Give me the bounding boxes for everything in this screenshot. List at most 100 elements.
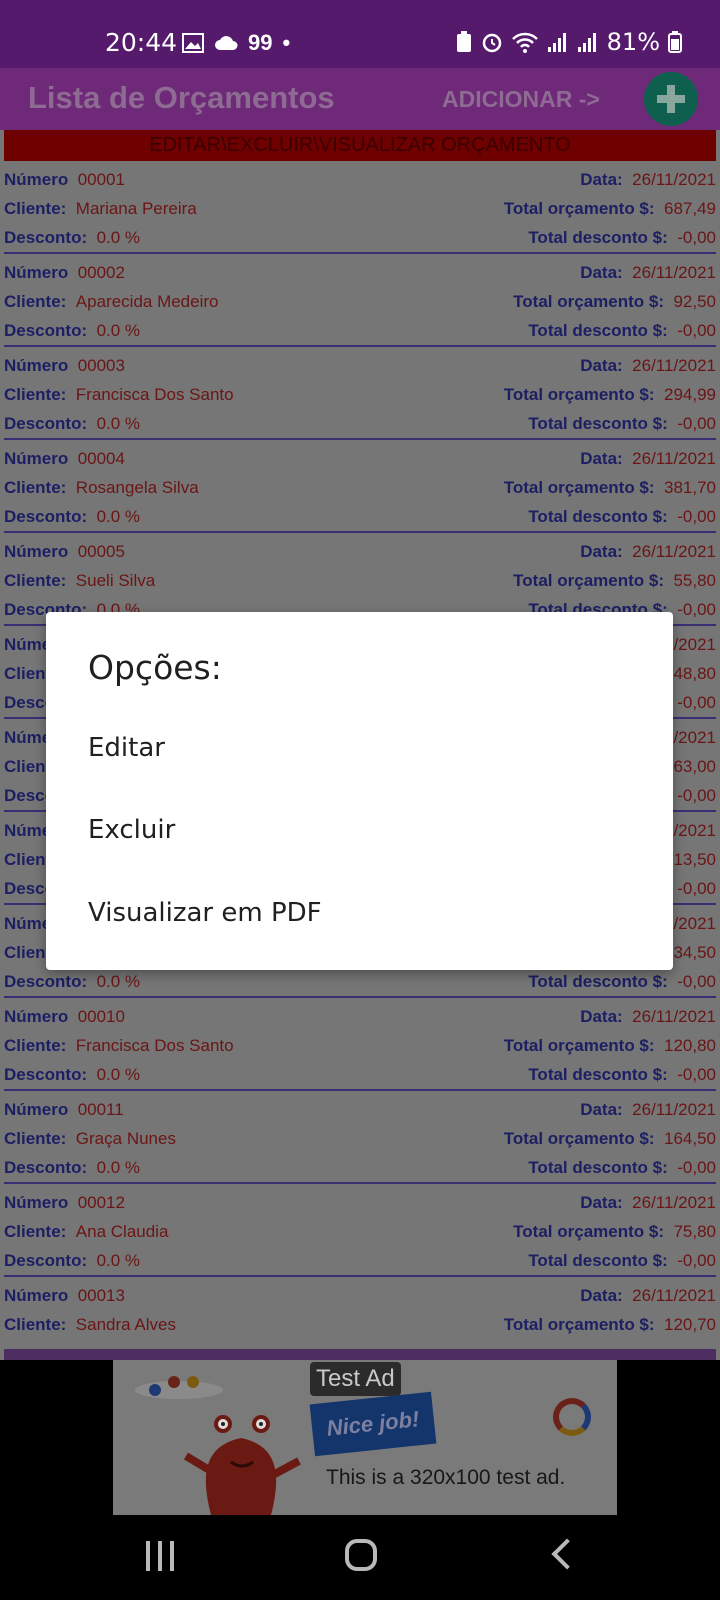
page-title: Lista de Orçamentos [28, 80, 335, 115]
discount-value: 0.0 % [96, 1065, 141, 1084]
discount-label: Desconto: [4, 228, 88, 247]
ad-text: This is a 320x100 test ad. [326, 1466, 566, 1489]
number-value: 00012 [77, 1193, 125, 1212]
list-item[interactable]: Número 00010 Data: 26/11/2021 Cliente: Fra… [4, 998, 716, 1091]
discount-value: 0.0 % [96, 1158, 141, 1177]
client-label: Cliente: [4, 478, 67, 497]
number-value: 00005 [77, 542, 125, 561]
total-discount-label: Total desconto $: [528, 1065, 668, 1084]
total-value: 294,99 [664, 385, 716, 404]
ad-container: Test Ad Nice job! This is a 320x100 test… [0, 1360, 720, 1515]
option-view-pdf[interactable]: Visualizar em PDF [46, 872, 673, 954]
total-value: 687,49 [664, 199, 716, 218]
list-header: EDITAR\EXCLUIR\VISUALIZAR ORÇAMENTO [4, 130, 716, 161]
total-discount-value: -0,00 [677, 414, 716, 433]
total-label: Total orçamento $: [503, 385, 655, 404]
client-label: Cliente: [4, 385, 67, 404]
client-value: Francisca Dos Santo [75, 385, 234, 404]
date-value: 26/11/2021 [632, 542, 716, 561]
client-label: Cliente: [4, 571, 67, 590]
date-label: Data: [580, 170, 623, 189]
total-value: 92,50 [673, 292, 716, 311]
status-right-icons: 81% [455, 28, 682, 56]
list-item[interactable]: Número 00012 Data: 26/11/2021 Cliente: Ana… [4, 1184, 716, 1277]
client-label: Cliente: [4, 292, 67, 311]
total-value: 164,50 [664, 1129, 716, 1148]
discount-label: Desconto: [4, 321, 88, 340]
list-item[interactable]: Número 00002 Data: 26/11/2021 Cliente: Apa… [4, 254, 716, 347]
ad-monster-icon [135, 1376, 301, 1515]
total-label: Total orçamento $: [513, 1222, 664, 1241]
app-bar: Lista de Orçamentos ADICIONAR -> [0, 68, 720, 130]
dot-icon: • [282, 30, 291, 55]
client-value: Ana Claudia [75, 1222, 169, 1241]
signal-icon [547, 31, 569, 53]
number-label: Número [4, 170, 69, 189]
list-item[interactable]: Número 00001 Data: 26/11/2021 Cliente: Mar… [4, 161, 716, 254]
list-item[interactable]: Número 00011 Data: 26/11/2021 Cliente: Gra… [4, 1091, 716, 1184]
total-label: Total orçamento $: [503, 1036, 655, 1055]
status-left-icons: 99 • [182, 30, 290, 56]
total-label: Total orçamento $: [503, 199, 655, 218]
number-label: Número [4, 449, 69, 468]
date-value: 26/11/2021 [632, 356, 716, 375]
divider [4, 1349, 716, 1360]
total-value: 381,70 [664, 478, 716, 497]
list-item[interactable]: Número 00004 Data: 26/11/2021 Cliente: Ros… [4, 440, 716, 533]
back-icon[interactable] [551, 1538, 583, 1570]
alarm-icon [481, 31, 503, 53]
total-discount-value: -0,00 [677, 1251, 716, 1270]
discount-value: 0.0 % [96, 228, 141, 247]
total-value: 55,80 [673, 571, 716, 590]
options-dialog: Opções: Editar Excluir Visualizar em PDF [46, 612, 673, 970]
add-button[interactable] [644, 72, 698, 126]
number-label: Número [4, 356, 69, 375]
recent-apps-icon[interactable] [146, 1541, 174, 1571]
discount-label: Desconto: [4, 507, 88, 526]
total-discount-value: -0,00 [677, 600, 716, 619]
total-discount-value: -0,00 [677, 786, 716, 805]
total-value: 13,50 [673, 850, 716, 869]
ad-flag: Nice job! [309, 1391, 437, 1457]
client-value: Rosangela Silva [75, 478, 199, 497]
date-label: Data: [580, 1193, 623, 1212]
client-label: Cliente: [4, 199, 67, 218]
ad-banner[interactable]: Test Ad Nice job! This is a 320x100 test… [113, 1360, 617, 1515]
discount-value: 0.0 % [96, 507, 141, 526]
total-value: 120,70 [664, 1315, 716, 1334]
home-icon[interactable] [345, 1539, 377, 1571]
date-label: Data: [580, 1286, 623, 1305]
cloud-icon [214, 35, 238, 51]
total-discount-label: Total desconto $: [528, 228, 668, 247]
add-label[interactable]: ADICIONAR -> [442, 86, 600, 113]
total-discount-value: -0,00 [677, 972, 716, 991]
discount-label: Desconto: [4, 972, 88, 991]
discount-label: Desconto: [4, 1158, 88, 1177]
option-edit[interactable]: Editar [46, 707, 673, 789]
notification-count: 99 [248, 30, 273, 55]
option-delete[interactable]: Excluir [46, 789, 673, 871]
date-value: 26/11/2021 [632, 1193, 716, 1212]
number-label: Número [4, 1100, 69, 1119]
total-value: 48,80 [673, 664, 716, 683]
date-label: Data: [580, 1100, 623, 1119]
client-label: Cliente: [4, 1036, 67, 1055]
total-value: 120,80 [664, 1036, 716, 1055]
total-discount-label: Total desconto $: [528, 321, 668, 340]
discount-label: Desconto: [4, 414, 88, 433]
list-item[interactable]: Número 00013 Data: 26/11/2021 Cliente: San… [4, 1277, 716, 1360]
client-value: Francisca Dos Santo [75, 1036, 234, 1055]
discount-value: 0.0 % [96, 972, 141, 991]
number-value: 00013 [77, 1286, 125, 1305]
status-bar: 20:44 99 • 81% [0, 0, 720, 68]
list-item[interactable]: Número 00003 Data: 26/11/2021 Cliente: Fra… [4, 347, 716, 440]
number-value: 00011 [77, 1100, 124, 1119]
discount-value: 0.0 % [96, 414, 141, 433]
number-label: Número [4, 1193, 69, 1212]
client-label: Cliente: [4, 1129, 67, 1148]
date-label: Data: [580, 542, 623, 561]
status-time: 20:44 [105, 28, 178, 57]
client-value: Sueli Silva [75, 571, 156, 590]
total-discount-value: -0,00 [677, 321, 716, 340]
signal-icon-2 [577, 31, 599, 53]
